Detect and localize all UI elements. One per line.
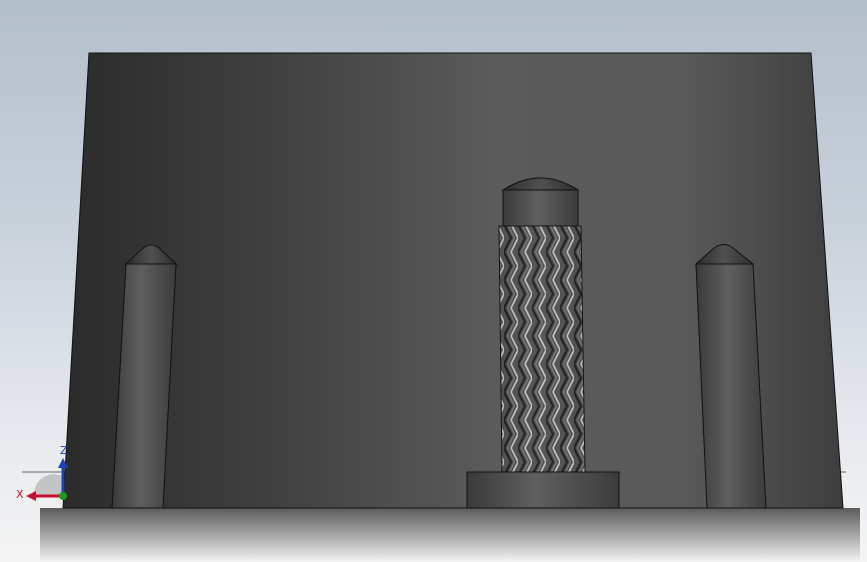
x-arrow-head bbox=[26, 491, 36, 501]
coordinate-triad: X Z bbox=[16, 444, 68, 501]
center-pin-base[interactable] bbox=[466, 471, 620, 509]
x-axis-label: X bbox=[16, 488, 24, 501]
y-axis-dot bbox=[59, 492, 67, 500]
graphics-viewport[interactable]: X Z bbox=[0, 0, 867, 562]
z-axis-label: Z bbox=[60, 444, 68, 457]
model-scene[interactable]: X Z bbox=[0, 0, 867, 562]
triad-sphere bbox=[33, 474, 62, 496]
ground-shadow bbox=[40, 508, 860, 562]
